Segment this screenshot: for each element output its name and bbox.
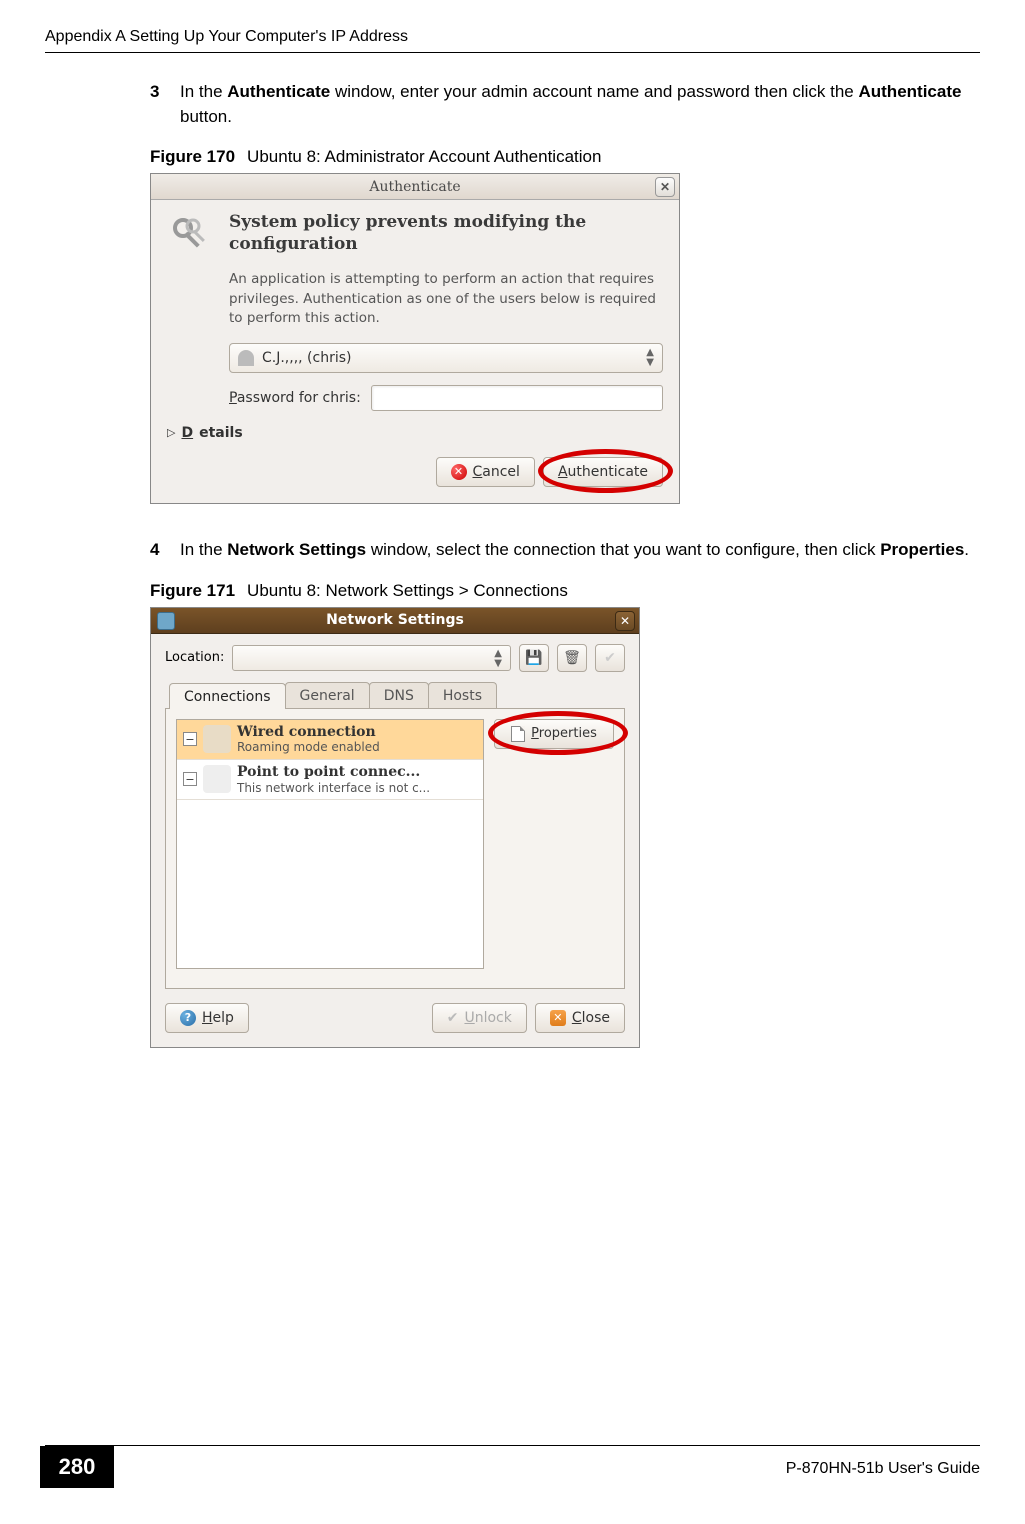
- user-icon: [238, 350, 254, 366]
- floppy-icon: 💾: [525, 650, 542, 666]
- authenticate-title: Authenticate: [369, 179, 460, 195]
- wired-subtitle: Roaming mode enabled: [237, 740, 477, 754]
- password-input[interactable]: [371, 385, 663, 411]
- connections-list[interactable]: − Wired connection Roaming mode enabled …: [176, 719, 484, 969]
- wired-checkbox[interactable]: −: [183, 732, 197, 746]
- tab-connections[interactable]: Connections: [169, 683, 286, 709]
- connections-tab-page: − Wired connection Roaming mode enabled …: [165, 709, 625, 989]
- details-label-mnemonic: D: [181, 425, 193, 441]
- cancel-x-icon: ✕: [451, 464, 467, 480]
- running-header: Appendix A Setting Up Your Computer's IP…: [45, 28, 408, 45]
- figure-171-title: Ubuntu 8: Network Settings > Connections: [247, 581, 568, 600]
- step-4-pre: In the: [180, 540, 227, 559]
- properties-button[interactable]: Properties: [494, 719, 614, 749]
- step-3-bold2: Authenticate: [858, 82, 961, 101]
- step-3: 3 In the Authenticate window, enter your…: [150, 80, 980, 129]
- step-4-bold1: Network Settings: [227, 540, 366, 559]
- step-4: 4 In the Network Settings window, select…: [150, 538, 980, 563]
- details-expander[interactable]: ▷ Details: [167, 425, 663, 441]
- step-4-text: In the Network Settings window, select t…: [180, 538, 980, 563]
- step-4-mid: window, select the connection that you w…: [366, 540, 880, 559]
- network-settings-titlebar[interactable]: Network Settings ✕: [151, 608, 639, 634]
- unlock-button[interactable]: ✔ Unlock: [432, 1003, 527, 1033]
- connection-item-ppp[interactable]: − Point to point connec... This network …: [177, 760, 483, 800]
- properties-doc-icon: [511, 726, 525, 742]
- figure-171-label: Figure 171: [150, 581, 235, 600]
- wired-title: Wired connection: [237, 724, 477, 741]
- authenticate-button[interactable]: Authenticate: [543, 457, 663, 487]
- step-3-mid: window, enter your admin account name an…: [330, 82, 858, 101]
- trash-icon: 🗑: [563, 650, 581, 666]
- authenticate-description: An application is attempting to perform …: [229, 270, 663, 329]
- ppp-checkbox[interactable]: −: [183, 772, 197, 786]
- step-4-post: .: [964, 540, 969, 559]
- close-x-icon: ✕: [550, 1010, 566, 1026]
- combo-arrows-icon: ▲▼: [646, 348, 654, 368]
- delete-location-button[interactable]: 🗑: [557, 644, 587, 672]
- keys-icon: [167, 212, 215, 260]
- help-icon: ?: [180, 1010, 196, 1026]
- figure-170-caption: Figure 170 Ubuntu 8: Administrator Accoun…: [150, 147, 980, 167]
- password-label-mnemonic: P: [229, 390, 237, 406]
- step-4-number: 4: [150, 538, 180, 563]
- location-combo[interactable]: ▲▼: [232, 645, 511, 671]
- network-settings-title: Network Settings: [326, 612, 464, 628]
- connection-item-wired[interactable]: − Wired connection Roaming mode enabled: [177, 720, 483, 760]
- step-3-number: 3: [150, 80, 180, 129]
- authenticate-titlebar[interactable]: Authenticate ✕: [151, 174, 679, 200]
- combo-arrows-icon: ▲▼: [494, 649, 502, 669]
- help-button[interactable]: ? Help: [165, 1003, 249, 1033]
- cancel-button[interactable]: ✕ Cancel: [436, 457, 535, 487]
- tab-hosts[interactable]: Hosts: [428, 682, 497, 708]
- apply-location-button[interactable]: ✔: [595, 644, 625, 672]
- network-app-icon: [157, 612, 175, 630]
- unlock-icon: ✔: [447, 1010, 459, 1026]
- footer-rule: [45, 1445, 980, 1446]
- step-4-bold2: Properties: [880, 540, 964, 559]
- modem-icon: [203, 765, 231, 793]
- tab-bar: Connections General DNS Hosts: [165, 682, 625, 709]
- step-3-pre: In the: [180, 82, 227, 101]
- header-rule: [45, 52, 980, 53]
- close-icon[interactable]: ✕: [615, 611, 635, 631]
- step-3-post: button.: [180, 107, 232, 126]
- page-number: 280: [40, 1446, 114, 1488]
- authenticate-dialog: Authenticate ✕ System policy prevents mo…: [150, 173, 680, 504]
- user-select-value: C.J.,,,, (chris): [262, 350, 352, 366]
- authenticate-heading: System policy prevents modifying the con…: [229, 212, 663, 260]
- ppp-title: Point to point connec...: [237, 764, 477, 781]
- close-button[interactable]: ✕ Close: [535, 1003, 625, 1033]
- password-label: Password for chris:: [229, 390, 361, 406]
- tab-dns[interactable]: DNS: [369, 682, 429, 708]
- network-settings-dialog: Network Settings ✕ Location: ▲▼ 💾 🗑 ✔ Co…: [150, 607, 640, 1048]
- step-3-text: In the Authenticate window, enter your a…: [180, 80, 980, 129]
- figure-171-caption: Figure 171 Ubuntu 8: Network Settings > C…: [150, 581, 980, 601]
- figure-170-title: Ubuntu 8: Administrator Account Authenti…: [247, 147, 601, 166]
- expander-triangle-icon: ▷: [167, 426, 175, 439]
- step-3-bold1: Authenticate: [227, 82, 330, 101]
- ethernet-icon: [203, 725, 231, 753]
- close-icon[interactable]: ✕: [655, 177, 675, 197]
- location-label: Location:: [165, 650, 224, 665]
- password-label-rest: assword for chris:: [237, 390, 361, 406]
- tab-general[interactable]: General: [285, 682, 370, 708]
- check-icon: ✔: [604, 650, 616, 666]
- ppp-subtitle: This network interface is not c...: [237, 781, 477, 795]
- user-select-combo[interactable]: C.J.,,,, (chris) ▲▼: [229, 343, 663, 373]
- footer-guide-name: P-870HN-51b User's Guide: [786, 1460, 980, 1478]
- details-label-rest: etails: [199, 425, 243, 441]
- figure-170-label: Figure 170: [150, 147, 235, 166]
- save-location-button[interactable]: 💾: [519, 644, 549, 672]
